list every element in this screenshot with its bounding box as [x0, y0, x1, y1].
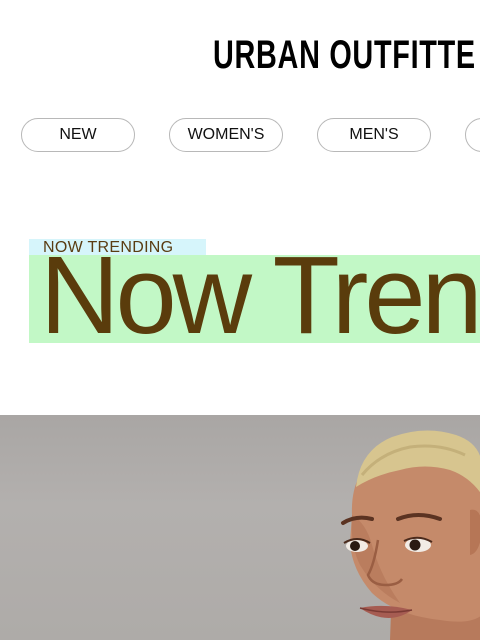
nav-pill-womens[interactable]: WOMEN'S — [169, 118, 283, 152]
headline-band: Now Tren — [29, 255, 480, 343]
model-portrait-illustration — [341, 430, 480, 640]
nav-pill-mens[interactable]: MEN'S — [317, 118, 431, 152]
hero-image[interactable] — [0, 415, 480, 640]
category-nav: NEW WOMEN'S MEN'S — [0, 118, 480, 156]
section-eyebrow: NOW TRENDING — [29, 239, 206, 256]
section-headline: Now Tren — [40, 255, 480, 343]
nav-pill-new[interactable]: NEW — [21, 118, 135, 152]
brand-logo[interactable]: URBAN OUTFITTE — [213, 30, 476, 80]
page: URBAN OUTFITTE NEW WOMEN'S MEN'S NOW TRE… — [0, 0, 480, 640]
nav-pill-partial[interactable] — [465, 118, 480, 152]
